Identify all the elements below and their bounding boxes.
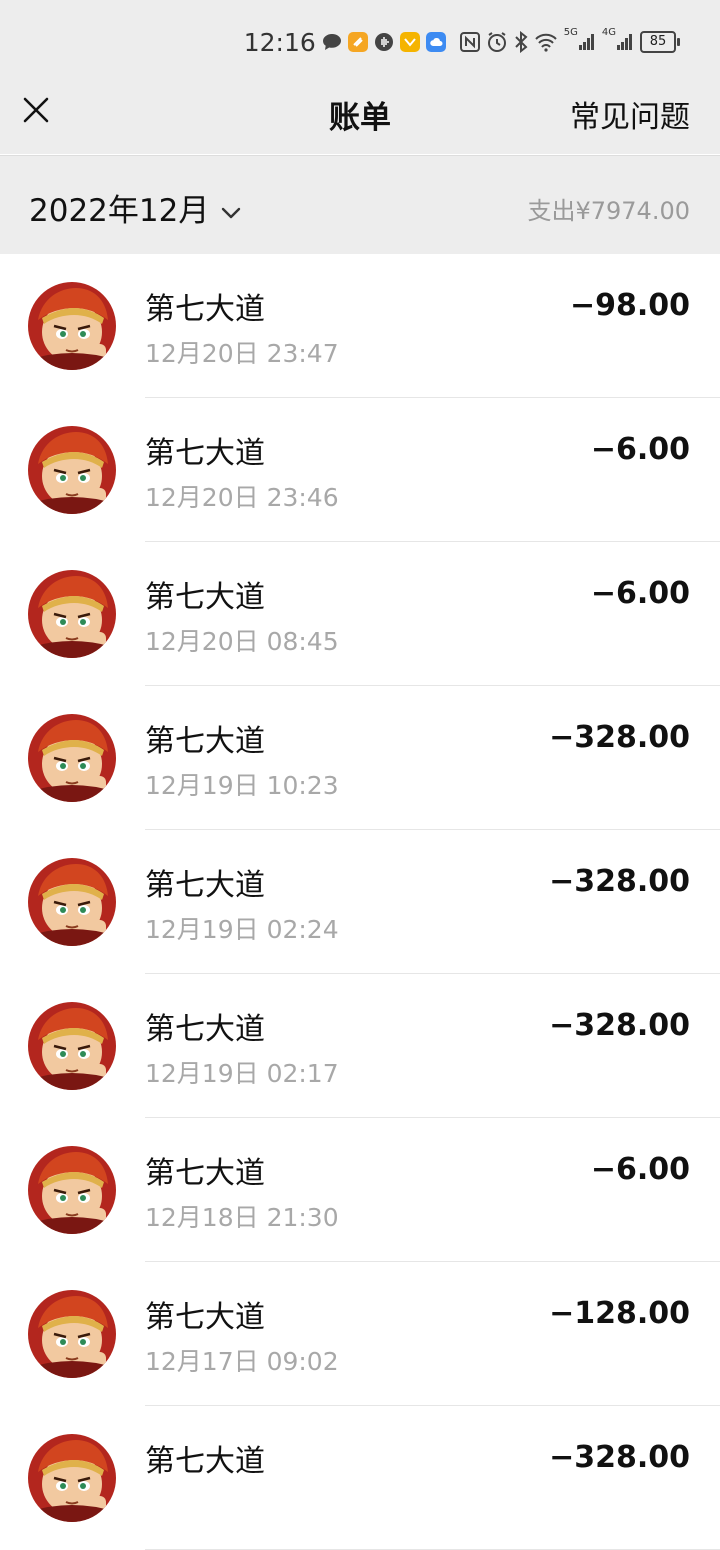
merchant-avatar [28, 1146, 116, 1234]
faq-link[interactable]: 常见问题 [570, 92, 690, 136]
merchant-avatar [28, 282, 116, 370]
transaction-row[interactable]: 第七大道 12月19日 02:17 −328.00 [0, 974, 720, 1118]
transaction-amount: −328.00 [549, 720, 690, 755]
merchant-avatar [28, 1290, 116, 1378]
alarm-icon [486, 31, 508, 53]
transaction-time: 12月20日 23:46 [145, 483, 339, 512]
nfc-icon [459, 32, 480, 52]
transaction-time: 12月19日 10:23 [145, 771, 339, 800]
merchant-name: 第七大道 [145, 292, 265, 327]
status-bar: 12:16 5G 4G 85 [0, 0, 720, 84]
transaction-row[interactable]: 第七大道 12月20日 08:45 −6.00 [0, 542, 720, 686]
merchant-avatar [28, 714, 116, 802]
transaction-row[interactable]: 第七大道 −328.00 [0, 1406, 720, 1550]
merchant-name: 第七大道 [145, 1444, 265, 1479]
merchant-avatar [28, 426, 116, 514]
merchant-avatar [28, 1434, 116, 1522]
transaction-time: 12月20日 08:45 [145, 627, 339, 656]
nav-bar: 账单 常见问题 [0, 84, 720, 154]
signal-4g-icon: 4G [602, 27, 634, 51]
transaction-amount: −128.00 [549, 1296, 690, 1331]
bluetooth-icon [514, 31, 528, 53]
transaction-amount: −328.00 [549, 1008, 690, 1043]
app-notification-icon [347, 32, 368, 52]
merchant-avatar [28, 1002, 116, 1090]
app-heart-icon [399, 32, 420, 52]
transaction-list: 第七大道 12月20日 23:47 −98.00 第七大道 12月20日 23:… [0, 254, 720, 1550]
month-label: 2022年12月 [29, 193, 210, 229]
cloud-app-icon [425, 32, 446, 52]
status-time: 12:16 [243, 27, 316, 57]
transaction-row[interactable]: 第七大道 12月20日 23:47 −98.00 [0, 254, 720, 398]
merchant-name: 第七大道 [145, 724, 265, 759]
transaction-row[interactable]: 第七大道 12月20日 23:46 −6.00 [0, 398, 720, 542]
transaction-row[interactable]: 第七大道 12月17日 09:02 −128.00 [0, 1262, 720, 1406]
transaction-amount: −6.00 [590, 576, 690, 611]
transaction-time: 12月19日 02:17 [145, 1059, 339, 1088]
merchant-name: 第七大道 [145, 1300, 265, 1335]
transaction-time: 12月17日 09:02 [145, 1347, 339, 1376]
transaction-amount: −6.00 [590, 432, 690, 467]
transaction-amount: −6.00 [590, 1152, 690, 1187]
signal-5g-label: 5G [563, 27, 578, 38]
monthly-spend: 支出¥7974.00 [527, 197, 690, 225]
month-picker[interactable]: 2022年12月 [29, 185, 241, 230]
signal-4g-label: 4G [601, 27, 616, 38]
transaction-amount: −328.00 [549, 864, 690, 899]
transaction-time: 12月20日 23:47 [145, 339, 339, 368]
transaction-row[interactable]: 第七大道 12月19日 10:23 −328.00 [0, 686, 720, 830]
merchant-name: 第七大道 [145, 1156, 265, 1191]
month-summary-bar: 2022年12月 支出¥7974.00 [0, 155, 720, 254]
status-icons: 12:16 5G 4G 85 [243, 27, 680, 57]
transaction-time: 12月19日 02:24 [145, 915, 339, 944]
transaction-row[interactable]: 第七大道 12月18日 21:30 −6.00 [0, 1118, 720, 1262]
transaction-amount: −98.00 [569, 288, 690, 323]
chevron-down-icon [221, 204, 241, 218]
merchant-name: 第七大道 [145, 1012, 265, 1047]
merchant-name: 第七大道 [145, 868, 265, 903]
audio-app-icon [374, 32, 394, 52]
merchant-avatar [28, 858, 116, 946]
battery-icon: 85 [640, 31, 680, 53]
merchant-name: 第七大道 [145, 436, 265, 471]
transaction-amount: −328.00 [549, 1440, 690, 1475]
transaction-time: 12月18日 21:30 [145, 1203, 339, 1232]
signal-5g-icon: 5G [564, 27, 596, 51]
transaction-row[interactable]: 第七大道 12月19日 02:24 −328.00 [0, 830, 720, 974]
chat-bubble-icon [322, 33, 342, 51]
wifi-icon [534, 32, 558, 52]
merchant-avatar [28, 570, 116, 658]
merchant-name: 第七大道 [145, 580, 265, 615]
